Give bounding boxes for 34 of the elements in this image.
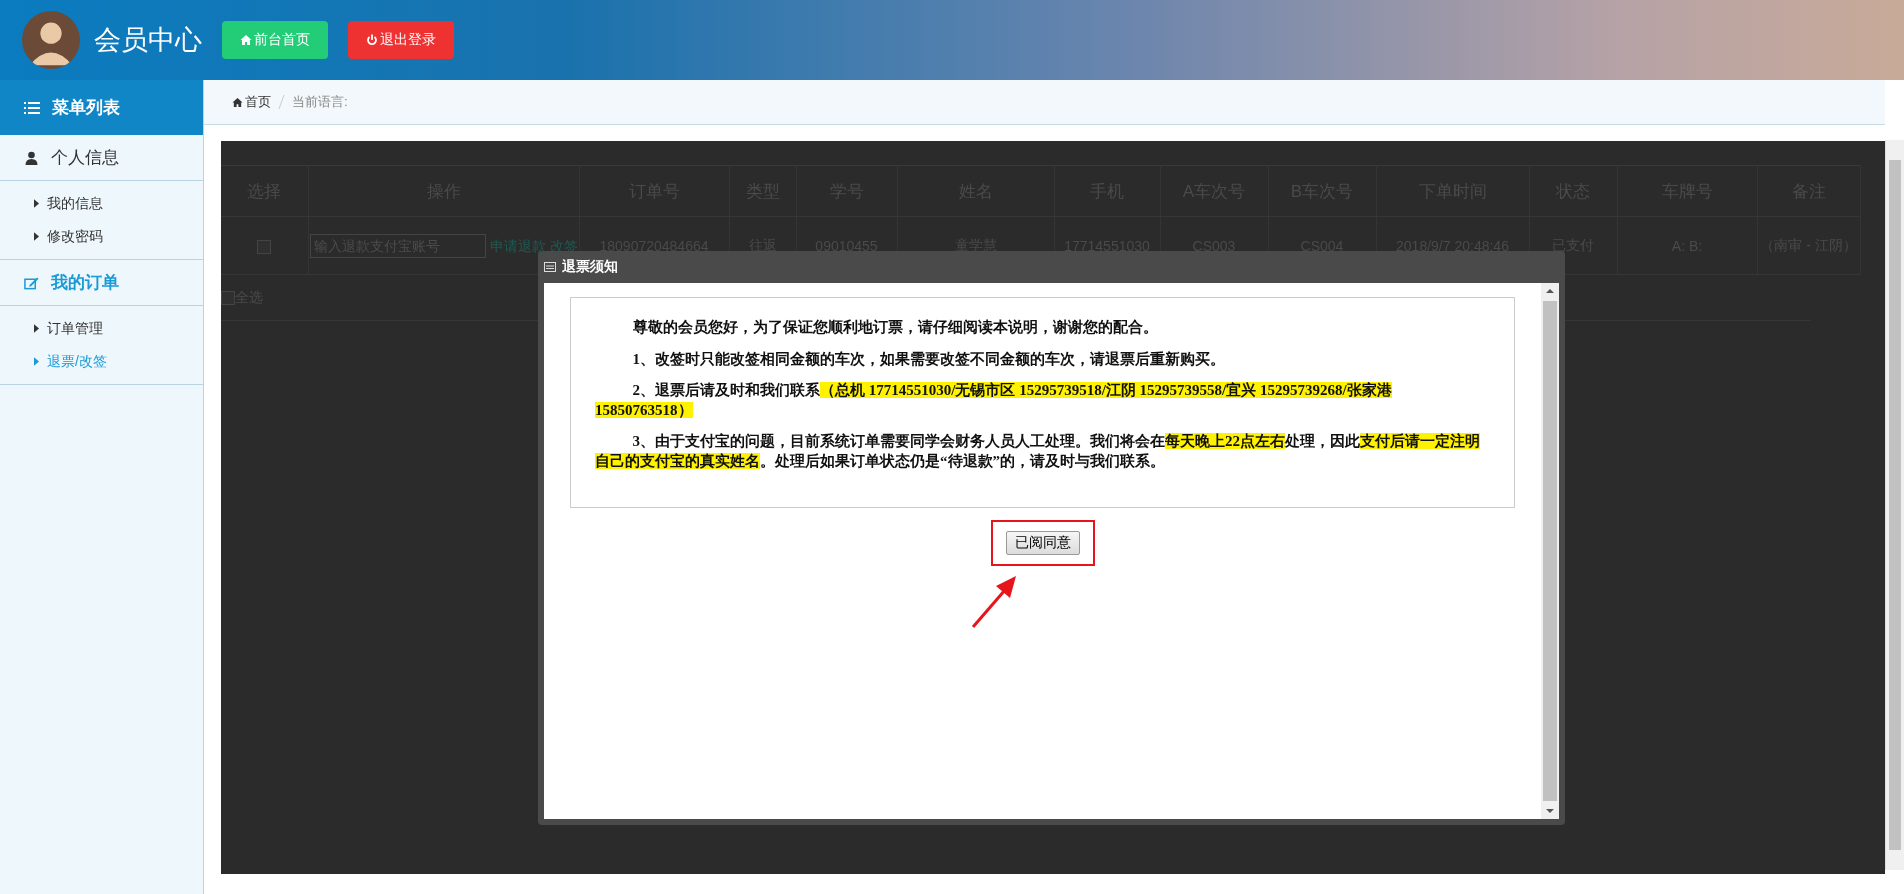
- site-title: 会员中心: [94, 24, 202, 57]
- menu-item[interactable]: 退票/改签: [0, 345, 203, 378]
- menu-item[interactable]: 我的信息: [0, 187, 203, 220]
- notice-paragraph: 1、改签时只能改签相同金额的车次，如果需要改签不同金额的车次，请退票后重新购买。: [631, 349, 1226, 369]
- power-icon: [366, 34, 378, 46]
- scroll-down-icon[interactable]: [1546, 808, 1554, 814]
- menu-icon: [24, 100, 40, 115]
- caret-icon: [34, 232, 39, 241]
- checkbox[interactable]: [257, 239, 272, 254]
- page-scrollbar[interactable]: [1885, 140, 1904, 870]
- user-icon: [24, 150, 39, 165]
- breadcrumb-link[interactable]: 首页: [232, 93, 271, 111]
- avatar: [22, 11, 80, 69]
- menu-group[interactable]: 个人信息: [0, 135, 203, 181]
- scroll-up-icon[interactable]: [1546, 288, 1554, 294]
- home-button[interactable]: 前台首页: [222, 21, 328, 59]
- sidebar-title: 菜单列表: [52, 97, 120, 119]
- breadcrumb-current: 当前语言:: [292, 93, 348, 111]
- home-icon: [240, 34, 252, 46]
- notice-paragraph: 尊敬的会员您好，为了保证您顺利地订票，请仔细阅读本说明，谢谢您的配合。: [631, 318, 1159, 337]
- logout-button[interactable]: 退出登录: [348, 21, 454, 59]
- caret-icon: [34, 199, 39, 208]
- scrollbar[interactable]: [1541, 283, 1559, 819]
- caret-icon: [34, 357, 39, 366]
- notice-paragraph: 2、退票后请及时和我们联系（总机 17714551030/无锡市区 15295739518/江阴 15295739558/宜兴 15295739268/张家港 15850763518）: [595, 381, 1393, 420]
- home-icon: [232, 96, 243, 108]
- notice-paragraph: 3、由于支付宝的问题，目前系统订单需要同学会财务人员人工处理。我们将会在每天晚上22点左右处理，因此支付后请一定注明自己的支付宝的真实姓名。处理后如果订单状态仍是“待退款”的，请及时与我们联系。: [595, 432, 1481, 471]
- edit-icon: [24, 275, 39, 290]
- caret-icon: [34, 324, 39, 333]
- menu-item[interactable]: 修改密码: [0, 220, 203, 253]
- menu-group[interactable]: 我的订单: [0, 260, 203, 306]
- menu-item[interactable]: 订单管理: [0, 312, 203, 345]
- window-icon: [544, 262, 556, 272]
- agree-button[interactable]: 已阅同意: [1005, 531, 1080, 555]
